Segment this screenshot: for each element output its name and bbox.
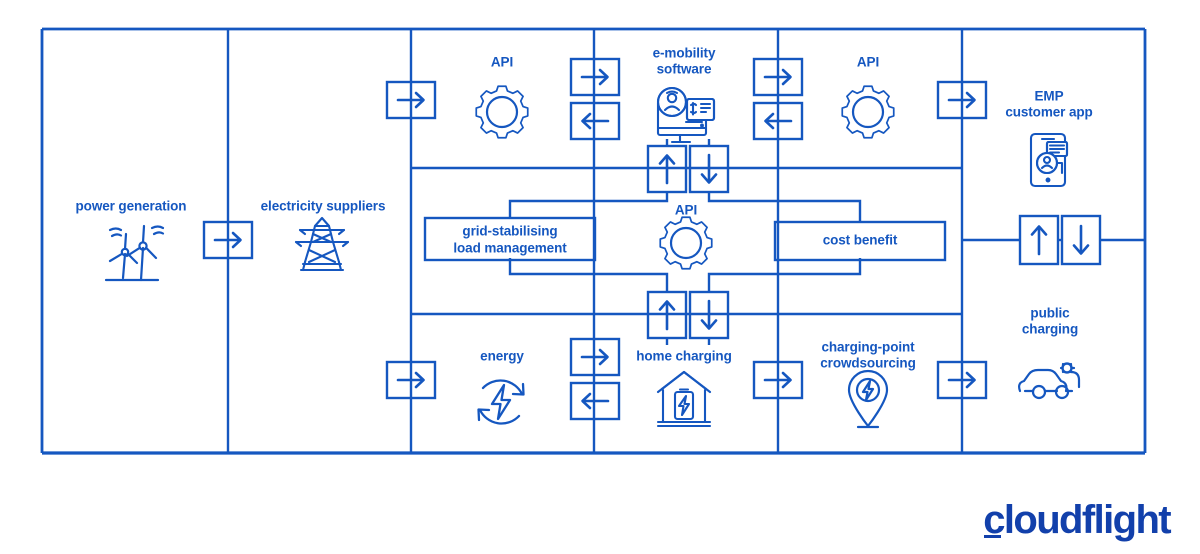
label-grid-stabilising-line2: load management	[453, 241, 567, 256]
ev-car-plug-icon	[1018, 362, 1081, 400]
gear-icon	[841, 85, 895, 139]
mobile-app-icon	[1029, 132, 1069, 188]
label-api-top-left: API	[491, 55, 513, 70]
ecosystem-diagram: power generation electricity suppliers A…	[40, 27, 1147, 455]
arrow-up-icon	[658, 154, 676, 185]
label-energy: energy	[480, 349, 524, 364]
label-emobility-software-line1: e-mobility	[653, 46, 716, 61]
arrow-left-icon	[581, 112, 610, 130]
label-charging-point-line2: crowdsourcing	[820, 356, 915, 371]
emobility-software-icon	[656, 86, 716, 144]
label-emp-app-line2: customer app	[1005, 105, 1092, 120]
label-home-charging: home charging	[636, 349, 731, 364]
arrow-up-icon	[658, 300, 676, 331]
label-cost-benefit: cost benefit	[823, 233, 898, 248]
label-power-generation: power generation	[76, 199, 187, 214]
gear-icon	[659, 216, 713, 270]
label-public-charging-line1: public	[1030, 306, 1070, 321]
power-pylon-icon	[294, 216, 350, 272]
label-emobility-software-line2: software	[657, 62, 712, 77]
label-grid-stabilising-line1: grid-stabilising	[462, 224, 557, 239]
label-charging-point-line1: charging-point	[821, 340, 915, 355]
emp-updown-connectors	[962, 214, 1145, 266]
logo-first-letter: c	[983, 498, 1005, 542]
cloudflight-logo: cloudflight	[983, 498, 1172, 542]
center-api-top-connectors	[646, 139, 730, 194]
center-api-bottom-connectors	[646, 290, 730, 345]
label-public-charging-line2: charging	[1022, 322, 1078, 337]
home-battery-icon	[656, 370, 712, 428]
arrow-down-icon	[1072, 224, 1090, 255]
diagram-canvas: power generation electricity suppliers A…	[0, 0, 1200, 554]
map-pin-bolt-icon	[847, 369, 889, 429]
logo-rest: loudflight	[1003, 498, 1172, 542]
arrow-left-icon	[581, 392, 610, 410]
arrow-up-icon	[1030, 225, 1048, 256]
wind-turbine-icon	[104, 224, 165, 282]
label-api-top-right: API	[857, 55, 879, 70]
energy-cycle-icon	[477, 379, 525, 425]
label-electricity-suppliers: electricity suppliers	[261, 199, 386, 214]
label-api-center: API	[675, 203, 697, 218]
label-emp-app-line1: EMP	[1035, 89, 1064, 104]
gear-icon	[475, 85, 529, 139]
logo-text: cloudflight	[983, 498, 1172, 542]
